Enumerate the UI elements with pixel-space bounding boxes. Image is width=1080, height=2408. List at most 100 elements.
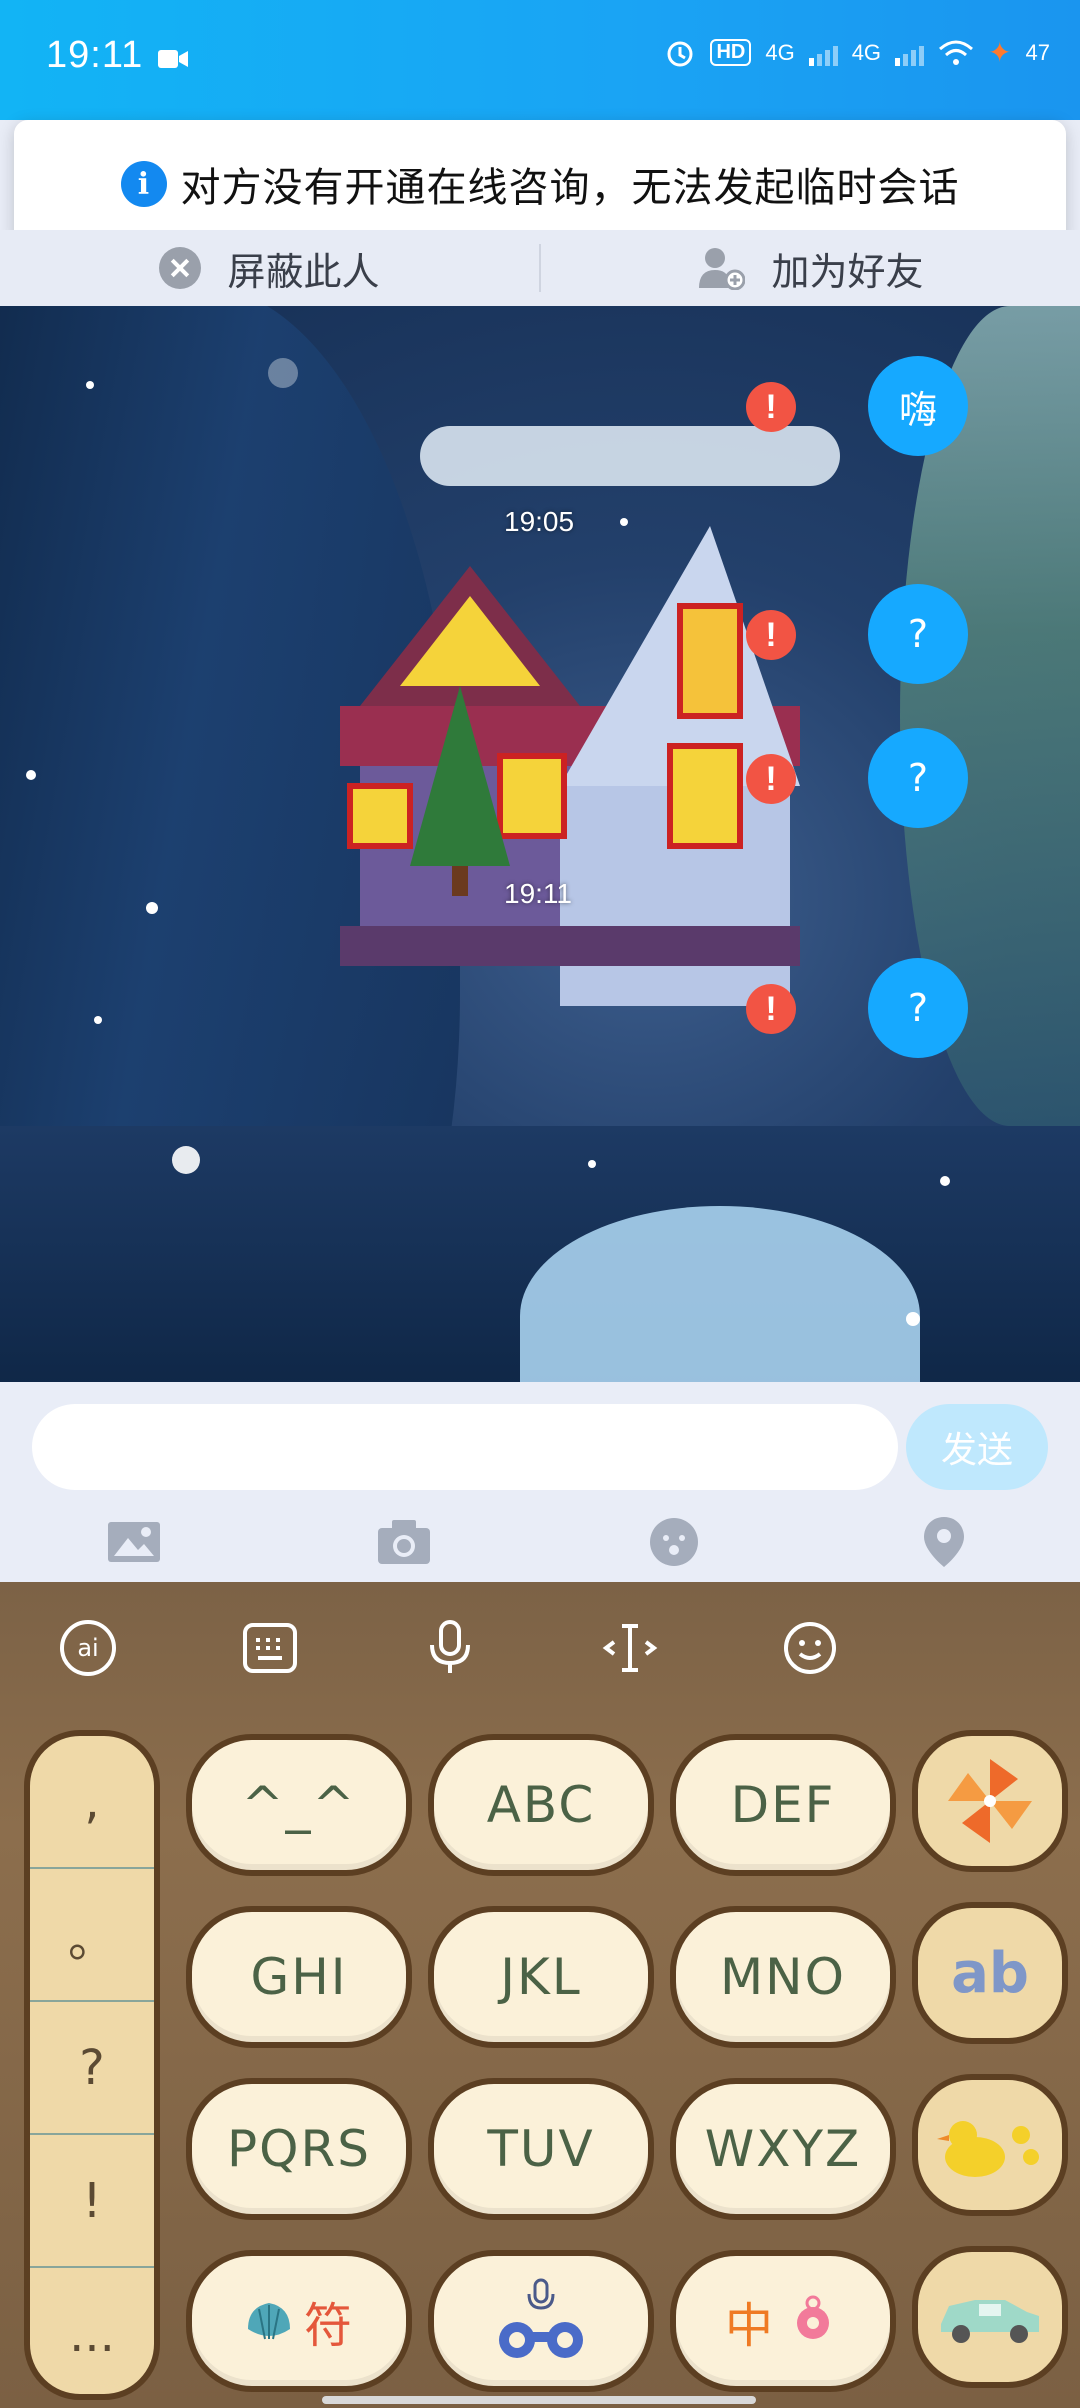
battery-level: 47: [1025, 39, 1050, 65]
signal-icon-2: [895, 40, 925, 66]
ime-logo-icon: ai: [60, 1620, 116, 1676]
add-friend-icon: [699, 248, 746, 290]
snowflake: [620, 518, 628, 526]
key-pqrs[interactable]: PQRS: [186, 2078, 412, 2220]
keyboard-toolbar: ai: [0, 1582, 1080, 1712]
video-camera-icon: [158, 50, 188, 68]
block-user-button[interactable]: 屏蔽此人: [0, 230, 539, 306]
emoji-icon: [650, 1518, 698, 1566]
punctuation-key[interactable]: ?: [30, 2002, 154, 2135]
message-bubble[interactable]: ?: [868, 728, 968, 828]
key-enter-car[interactable]: [912, 2246, 1068, 2388]
keyboard-icon: [243, 1623, 297, 1673]
location-icon: [924, 1517, 964, 1567]
alarm-icon: [667, 41, 693, 66]
stranger-action-bar: 屏蔽此人 加为好友: [0, 230, 1080, 306]
key-ghi[interactable]: GHI: [186, 1906, 412, 2048]
background-snow: [420, 426, 840, 486]
send-failed-icon[interactable]: !: [746, 984, 796, 1034]
punctuation-key[interactable]: ...: [30, 2268, 154, 2394]
network-type-1: 4G: [765, 39, 795, 65]
snowflake: [26, 770, 36, 780]
snowflake: [172, 1146, 200, 1174]
block-user-label: 屏蔽此人: [227, 249, 380, 294]
key-symbols-label: 符: [303, 2298, 354, 2354]
key-symbols[interactable]: 符: [186, 2250, 412, 2392]
car-icon: [941, 2300, 1039, 2343]
background-house-illustration: [340, 526, 800, 1006]
battery-carrot-icon: ✦: [988, 37, 1012, 68]
key-space-voice[interactable]: [428, 2250, 654, 2392]
snowflake: [268, 358, 298, 388]
voice-input-button[interactable]: [420, 1618, 480, 1678]
cursor-move-button[interactable]: [600, 1618, 660, 1678]
info-icon: i: [120, 161, 167, 207]
hd-badge: HD: [710, 39, 752, 66]
snowflake: [94, 1016, 102, 1024]
ime-keyboard: ai , 。 ? ! ... ^_^ ABC DEF GHI JKL MNO a…: [0, 1582, 1080, 2408]
message-input-bar: 发送: [0, 1382, 1080, 1582]
chat-message-area[interactable]: 19:05 19:11 ! 嗨 ! ? ! ? ! ?: [0, 306, 1080, 1382]
microphone-icon: [430, 1620, 470, 1673]
status-time: 19:11: [46, 34, 144, 76]
punctuation-key[interactable]: !: [30, 2135, 154, 2268]
message-input[interactable]: [32, 1404, 898, 1490]
message-bubble[interactable]: ?: [868, 584, 968, 684]
key-def[interactable]: DEF: [670, 1734, 896, 1876]
message-timestamp: 19:05: [504, 506, 575, 537]
network-type-2: 4G: [851, 39, 882, 65]
key-english-switch[interactable]: ab: [912, 1902, 1068, 2044]
add-friend-label: 加为好友: [771, 249, 924, 294]
snowflake: [86, 381, 94, 389]
status-icons: HD 4G 4G ✦ 47: [664, 36, 1050, 69]
pacifier-icon: [797, 2295, 829, 2339]
key-chinese-label: 中: [724, 2298, 775, 2354]
message-bubble[interactable]: ?: [868, 958, 968, 1058]
signal-icon-1: [808, 40, 838, 66]
cursor-icon: [602, 1624, 658, 1672]
snowflake: [906, 1312, 920, 1326]
key-mno[interactable]: MNO: [670, 1906, 896, 2048]
snowflake: [940, 1176, 950, 1186]
key-duck[interactable]: [912, 2074, 1068, 2216]
punctuation-key[interactable]: 。: [30, 1869, 154, 2002]
key-jkl[interactable]: JKL: [428, 1906, 654, 2048]
key-tuv[interactable]: TUV: [428, 2078, 654, 2220]
send-failed-icon[interactable]: !: [746, 754, 796, 804]
punctuation-column: , 。 ? ! ...: [24, 1730, 160, 2400]
status-bar: 19:11 HD 4G 4G ✦ 47: [0, 0, 1080, 120]
block-icon: [159, 247, 202, 289]
snowflake: [588, 1160, 596, 1168]
home-indicator[interactable]: [322, 2396, 756, 2404]
ime-logo-button[interactable]: ai: [58, 1618, 118, 1678]
send-button[interactable]: 发送: [906, 1404, 1048, 1490]
emoji-icon: [784, 1622, 836, 1674]
emoji-panel-button[interactable]: [780, 1618, 840, 1678]
key-english-label: ab: [951, 1940, 1029, 2006]
snowflake: [146, 902, 158, 914]
add-friend-button[interactable]: 加为好友: [541, 230, 1080, 306]
keyboard-switch-button[interactable]: [240, 1618, 300, 1678]
image-icon: [108, 1522, 160, 1562]
key-chinese[interactable]: 中: [670, 2250, 896, 2392]
emoji-button[interactable]: [644, 1512, 704, 1572]
microphone-glasses-icon: [499, 2278, 583, 2358]
key-emoticon[interactable]: ^_^: [186, 1734, 412, 1876]
send-failed-icon[interactable]: !: [746, 382, 796, 432]
wifi-icon: [939, 40, 974, 65]
camera-button[interactable]: [374, 1512, 434, 1572]
location-button[interactable]: [914, 1512, 974, 1572]
camera-icon: [378, 1520, 430, 1564]
image-button[interactable]: [104, 1512, 164, 1572]
toast-notification: i 对方没有开通在线咨询，无法发起临时会话: [14, 120, 1066, 248]
duck-icon: [937, 2121, 1039, 2177]
message-bubble[interactable]: 嗨: [868, 356, 968, 456]
key-abc[interactable]: ABC: [428, 1734, 654, 1876]
send-failed-icon[interactable]: !: [746, 610, 796, 660]
punctuation-key[interactable]: ,: [30, 1736, 154, 1869]
toast-text: 对方没有开通在线咨询，无法发起临时会话: [180, 165, 960, 211]
key-pinwheel[interactable]: [912, 1730, 1068, 1872]
message-timestamp: 19:11: [504, 878, 572, 909]
key-wxyz[interactable]: WXYZ: [670, 2078, 896, 2220]
pinwheel-icon: [948, 1759, 1032, 1843]
